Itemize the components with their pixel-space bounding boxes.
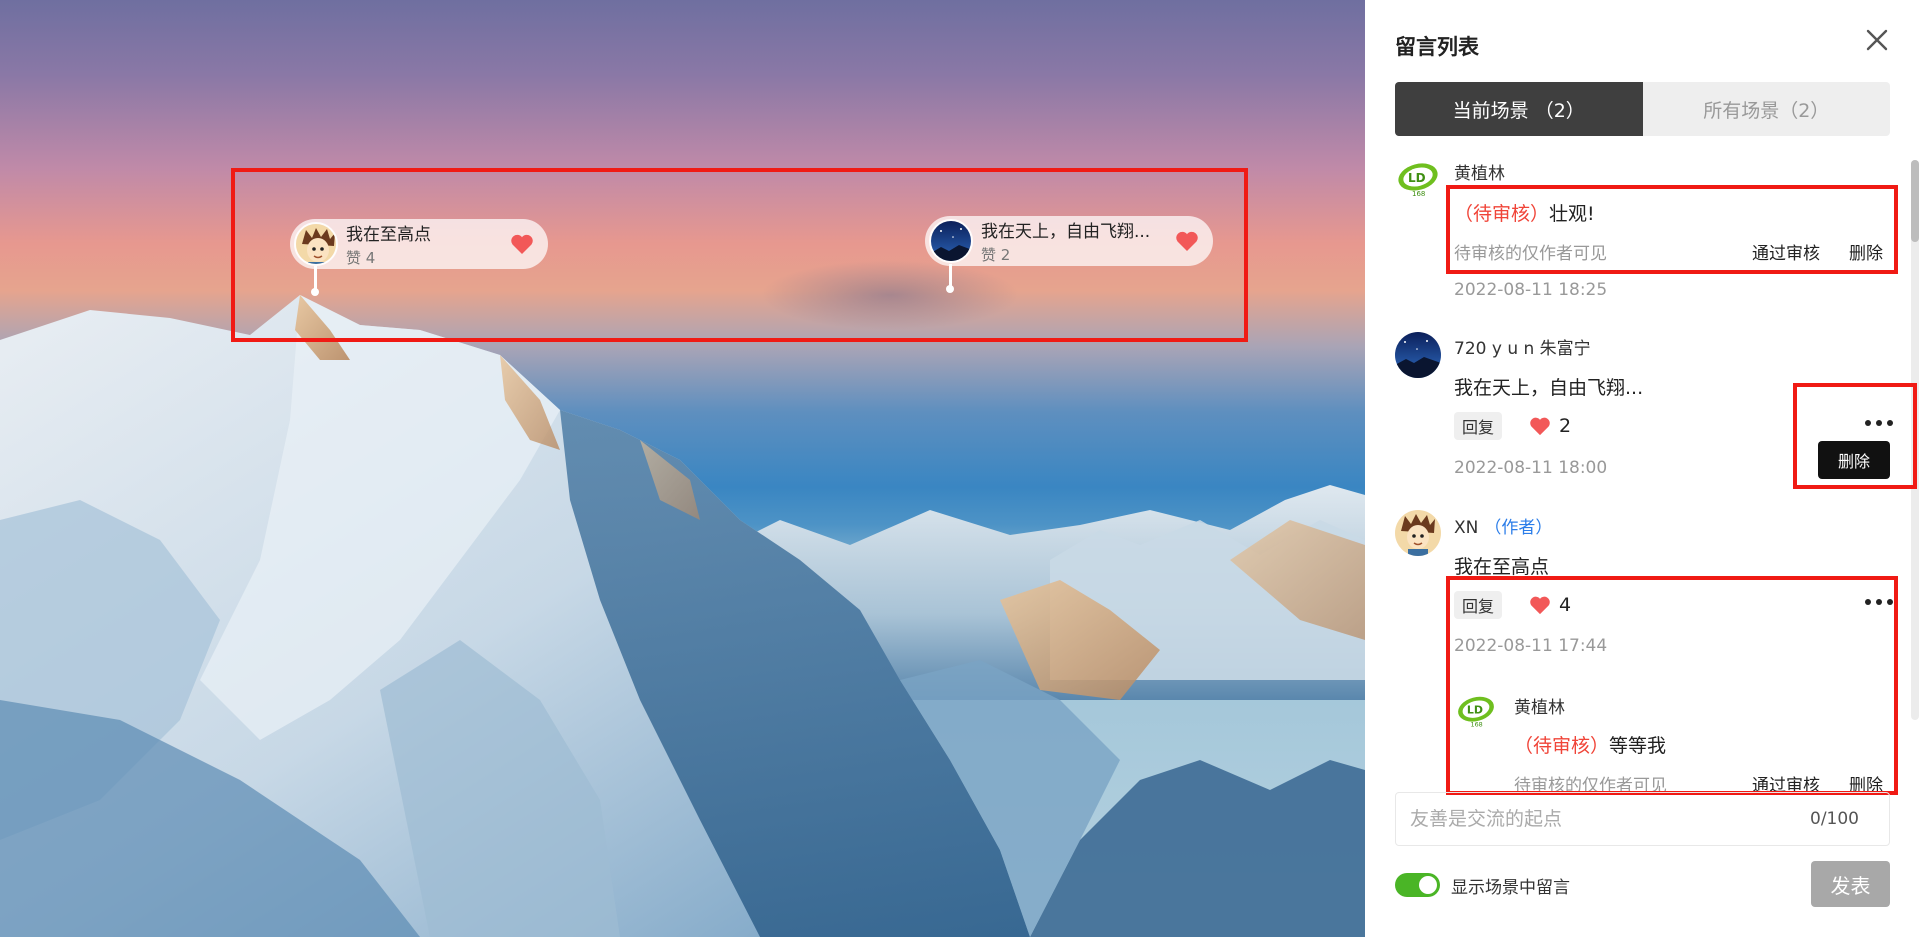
pending-status: （待审核） <box>1454 203 1550 225</box>
comment-body: 壮观! <box>1549 203 1595 225</box>
like-count: 2 <box>1559 415 1572 437</box>
close-icon[interactable] <box>1863 26 1891 54</box>
panel-title: 留言列表 <box>1395 35 1479 59</box>
reply-body: 等等我 <box>1609 735 1667 757</box>
pending-status: （待审核） <box>1514 735 1610 757</box>
svg-text:168: 168 <box>1471 721 1483 729</box>
comment-time: 2022-08-11 18:00 <box>1454 458 1608 478</box>
marker-pin-dot <box>311 288 319 296</box>
scrollbar-thumb[interactable] <box>1911 160 1919 242</box>
scene-marker-sky[interactable]: 我在天上，自由飞翔... 赞 2 <box>925 216 1213 266</box>
comment-username[interactable]: 720 y u n 朱富宁 <box>1454 334 1591 359</box>
author-tag: （作者） <box>1484 518 1553 538</box>
more-options-icon[interactable] <box>1865 597 1893 607</box>
comment-time: 2022-08-11 18:25 <box>1454 280 1608 300</box>
comment-text: （待审核）壮观! <box>1454 199 1595 226</box>
delete-button[interactable]: 删除 <box>1849 239 1883 264</box>
more-options-icon[interactable] <box>1865 418 1893 428</box>
svg-text:168: 168 <box>1412 190 1425 198</box>
heart-icon <box>1530 596 1550 615</box>
toggle-label: 显示场景中留言 <box>1451 878 1570 898</box>
comment-panel: 留言列表 当前场景 （2） 所有场景（2） LD 168 黄植林 （待审核）壮观… <box>1365 0 1920 937</box>
ld-logo-avatar[interactable]: LD 168 <box>1395 156 1441 202</box>
marker-title: 我在至高点 <box>346 225 431 245</box>
highlight-box-reply-thread <box>1446 576 1898 795</box>
night-sky-avatar <box>929 219 973 263</box>
heart-icon <box>1530 417 1550 436</box>
char-counter: 0/100 <box>1810 809 1859 829</box>
ld-logo-avatar[interactable]: LD 168 <box>1455 690 1497 732</box>
cartoon-boy-avatar <box>294 222 338 266</box>
marker-likes: 赞 2 <box>981 246 1011 264</box>
scene-tabs: 当前场景 （2） 所有场景（2） <box>1395 82 1890 136</box>
comment-username[interactable]: 黄植林 <box>1454 159 1505 184</box>
night-sky-avatar[interactable] <box>1395 332 1441 378</box>
like-count: 4 <box>1559 594 1572 616</box>
comment-body: 我在天上，自由飞翔... <box>1454 377 1644 399</box>
comment-body: 我在至高点 <box>1454 556 1550 578</box>
tab-current-scene[interactable]: 当前场景 （2） <box>1395 82 1643 136</box>
comment-list-scrollbar[interactable] <box>1911 160 1919 720</box>
svg-text:LD: LD <box>1408 171 1426 185</box>
reply-username[interactable]: 黄植林 <box>1514 693 1565 718</box>
scene-marker-summit[interactable]: 我在至高点 赞 4 <box>290 219 548 269</box>
panorama-scene[interactable]: 我在至高点 赞 4 我在天上，自由飞翔... 赞 2 <box>0 0 1365 937</box>
tab-all-scenes[interactable]: 所有场景（2） <box>1643 82 1891 136</box>
delete-button[interactable]: 删除 <box>1818 441 1890 479</box>
reply-button[interactable]: 回复 <box>1454 591 1503 619</box>
approve-button[interactable]: 通过审核 <box>1752 239 1820 264</box>
heart-icon[interactable] <box>1175 230 1199 252</box>
marker-likes: 赞 4 <box>346 249 376 267</box>
cloud-shadow <box>760 260 1020 330</box>
marker-pin-dot <box>946 285 954 293</box>
heart-icon[interactable] <box>510 233 534 255</box>
comment-username[interactable]: XN （作者） <box>1454 513 1552 538</box>
pending-note: 待审核的仅作者可见 <box>1454 244 1607 264</box>
comment-input-box: 0/100 <box>1395 792 1890 846</box>
comment-time: 2022-08-11 17:44 <box>1454 636 1608 656</box>
username-text: XN <box>1454 518 1479 538</box>
cartoon-boy-avatar[interactable] <box>1395 510 1441 556</box>
comment-input[interactable] <box>1410 793 1790 845</box>
reply-text: （待审核）等等我 <box>1514 731 1666 758</box>
like-button[interactable]: 4 <box>1529 594 1571 616</box>
post-button[interactable]: 发表 <box>1811 861 1890 907</box>
marker-title: 我在天上，自由飞翔... <box>981 222 1151 242</box>
reply-button[interactable]: 回复 <box>1454 412 1503 440</box>
show-comments-toggle[interactable] <box>1395 873 1440 897</box>
mountain-landscape <box>0 295 1365 937</box>
svg-text:LD: LD <box>1467 704 1483 717</box>
like-button[interactable]: 2 <box>1529 415 1571 437</box>
